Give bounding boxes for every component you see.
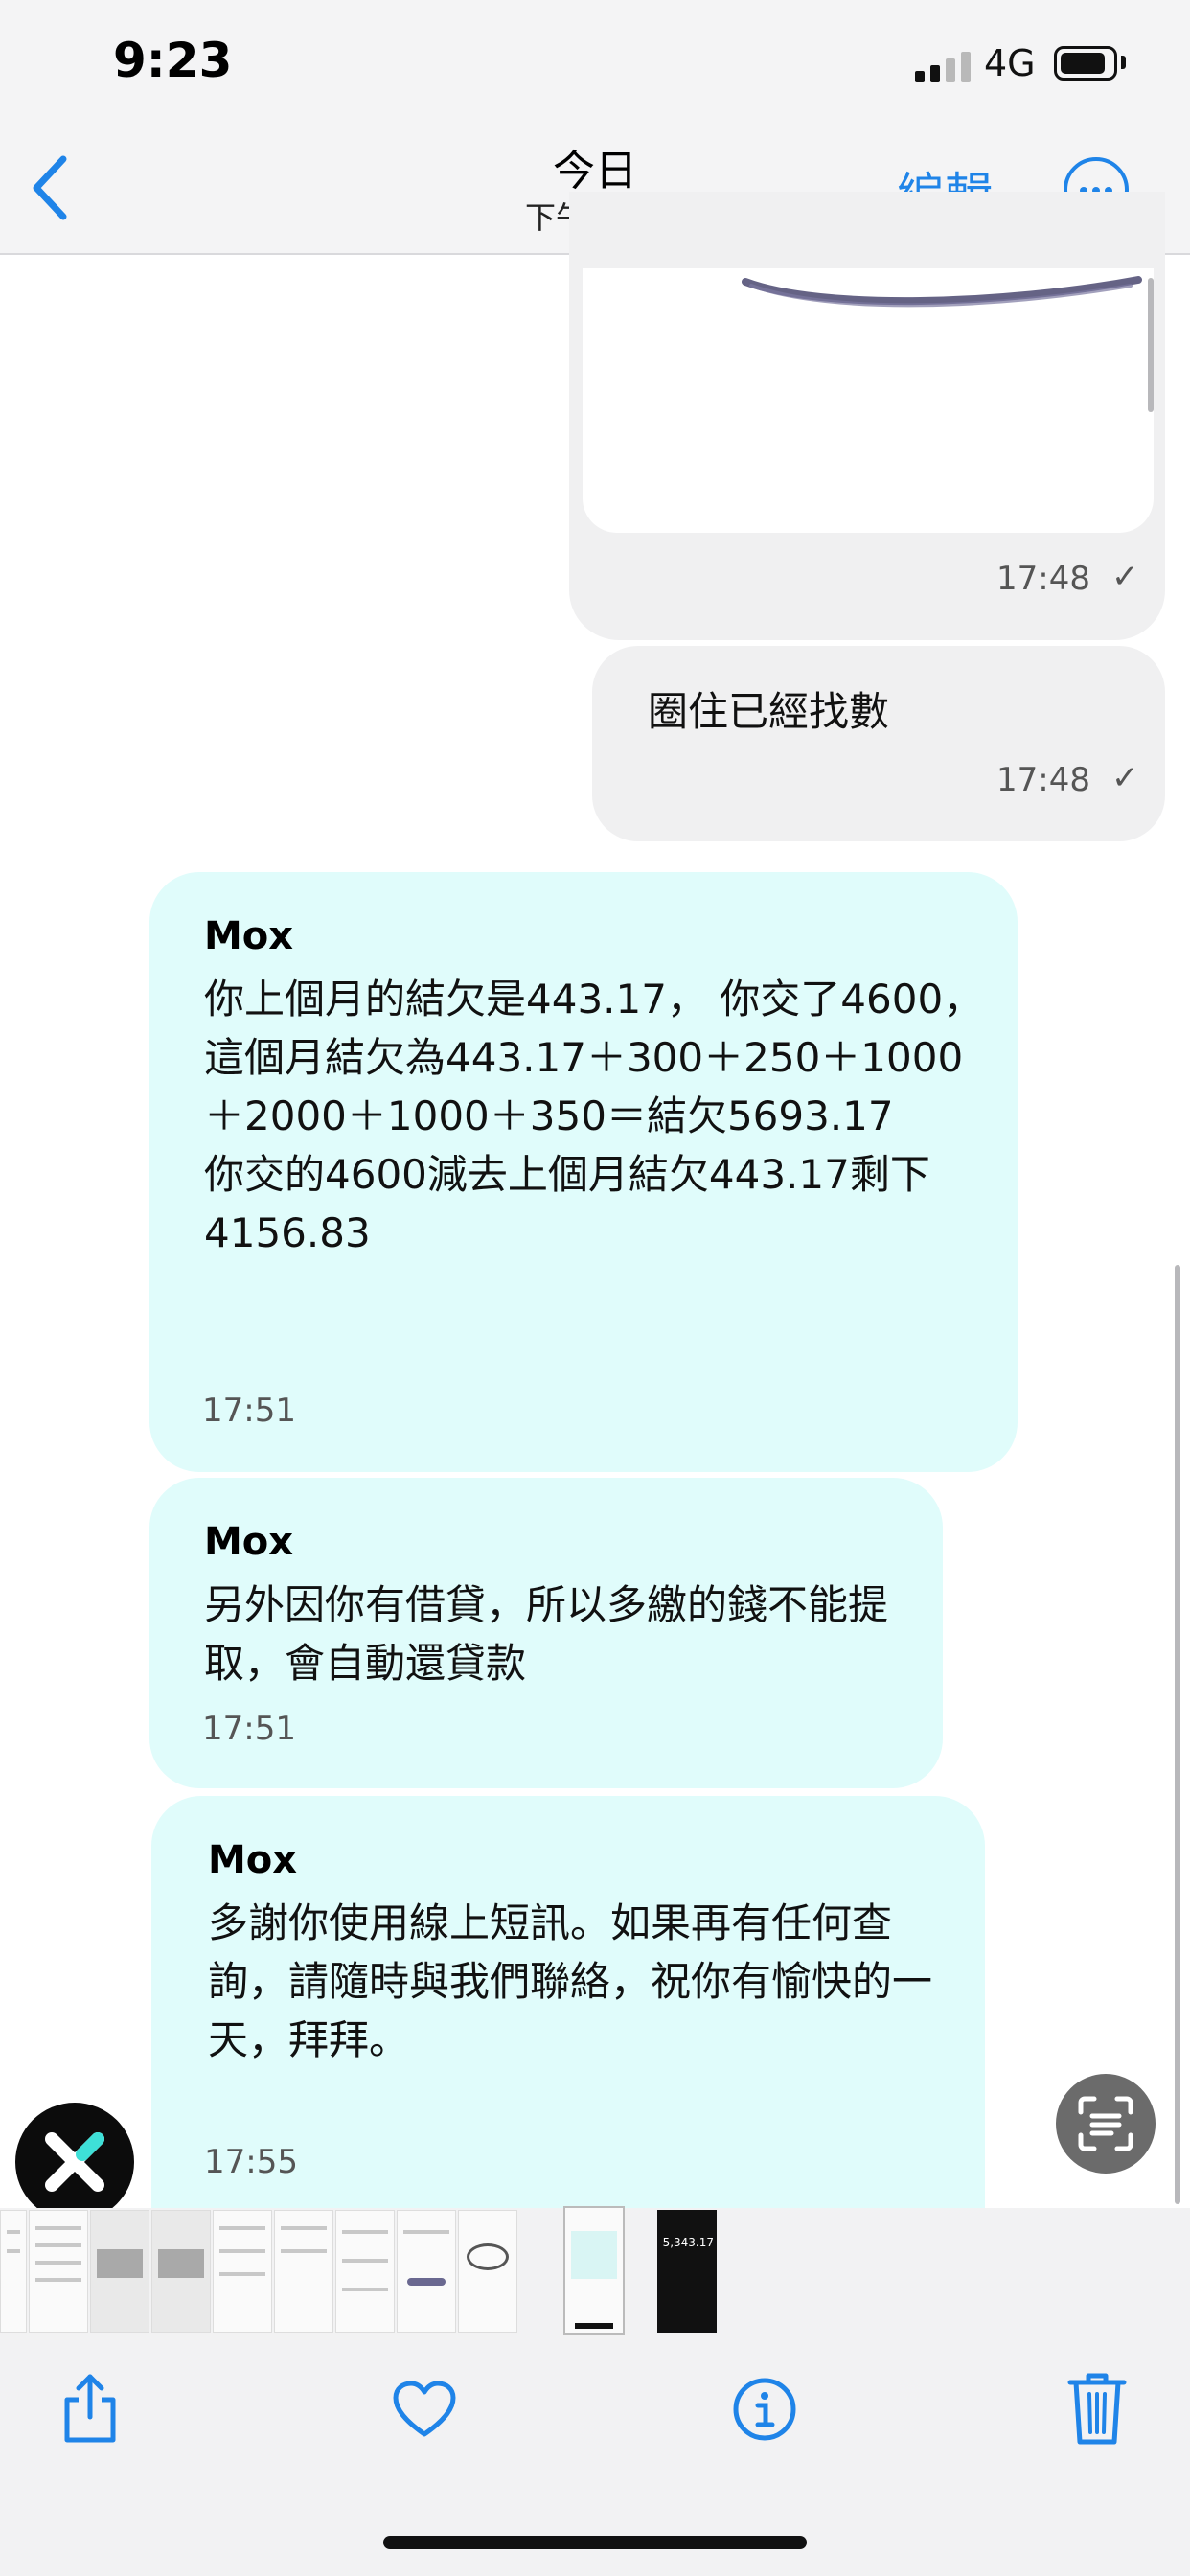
home-indicator[interactable]	[383, 2536, 807, 2549]
message-time: 17:55	[204, 2143, 298, 2181]
sender-name: Mox	[208, 1838, 298, 1882]
page-scrollbar[interactable]	[1175, 1265, 1180, 2204]
thumbnail-current[interactable]	[563, 2206, 625, 2334]
sender-name: Mox	[204, 914, 294, 958]
image-scrollbar[interactable]	[1148, 278, 1154, 412]
message-body: 另外因你有借貸，所以多繳的錢不能提 取，會自動還貸款	[204, 1576, 932, 1692]
scan-text-icon	[1078, 2096, 1133, 2151]
thumbnail[interactable]	[90, 2210, 149, 2333]
sender-name: Mox	[204, 1520, 294, 1564]
x-close-floating-button[interactable]	[15, 2103, 134, 2221]
message-line: 天，拜拜。	[208, 2016, 410, 2063]
message-text: 圈住已經找數	[648, 688, 890, 735]
circle-scribble	[742, 276, 1142, 308]
nav-title: 今日	[553, 147, 637, 196]
x-logo-icon	[45, 2132, 104, 2192]
message-line: 你上個月的結欠是443.17， 你交了4600，	[204, 976, 984, 1023]
message-line: 詢，請隨時與我們聯絡，祝你有愉快的一	[208, 1958, 933, 2005]
calculator-value: 5,343.17	[662, 2236, 714, 2249]
message-time: 17:48	[996, 560, 1090, 598]
message-line: 另外因你有借貸，所以多繳的錢不能提	[204, 1581, 889, 1628]
info-icon[interactable]	[732, 2377, 797, 2442]
thumbnail[interactable]	[274, 2210, 333, 2333]
thumbnail[interactable]	[29, 2210, 88, 2333]
thumbnail-calculator[interactable]: 5,343.17	[657, 2210, 717, 2333]
message-line: ＋2000＋1000＋350＝結欠5693.17	[204, 1092, 894, 1139]
message-line: 你交的4600減去上個月結欠443.17剩下	[204, 1151, 930, 1198]
message-body: 你上個月的結欠是443.17， 你交了4600， 這個月結欠為443.17＋30…	[204, 970, 990, 1262]
live-text-scan-button[interactable]	[1056, 2074, 1156, 2174]
message-line: 多謝你使用線上短訊。如果再有任何查	[208, 1899, 893, 1946]
thumbnail[interactable]	[151, 2210, 211, 2333]
status-time: 9:23	[113, 33, 233, 88]
thumbnail[interactable]	[335, 2210, 395, 2333]
delivered-check-icon: ✓	[1111, 558, 1139, 596]
thumbnail[interactable]	[458, 2210, 517, 2333]
thumbnail[interactable]	[0, 2210, 27, 2333]
message-line: 取，會自動還貸款	[204, 1640, 527, 1687]
thumbnail[interactable]	[213, 2210, 272, 2333]
message-time: 17:48	[996, 761, 1090, 799]
message-line: 4156.83	[204, 1209, 371, 1256]
message-line: 這個月結欠為443.17＋300＋250＋1000	[204, 1034, 964, 1081]
thumbnail[interactable]	[397, 2210, 456, 2333]
battery-tip	[1121, 56, 1126, 69]
delivered-check-icon: ✓	[1111, 759, 1139, 797]
message-body: 多謝你使用線上短訊。如果再有任何查 詢，請隨時與我們聯絡，祝你有愉快的一 天，拜…	[208, 1894, 965, 2069]
network-type: 4G	[984, 42, 1036, 84]
heart-icon[interactable]	[393, 2380, 456, 2438]
sent-message-bubble[interactable]	[592, 646, 1165, 841]
battery-icon	[1054, 46, 1117, 80]
message-time: 17:51	[202, 1392, 296, 1430]
thumbnail-strip[interactable]: 5,343.17	[0, 2206, 1190, 2334]
share-icon[interactable]	[59, 2373, 121, 2444]
trash-icon[interactable]	[1067, 2371, 1127, 2446]
message-time: 17:51	[202, 1710, 296, 1748]
back-chevron-icon[interactable]	[31, 153, 69, 222]
signal-icon	[915, 52, 973, 82]
circled-screenshot-image[interactable]	[583, 268, 1154, 533]
